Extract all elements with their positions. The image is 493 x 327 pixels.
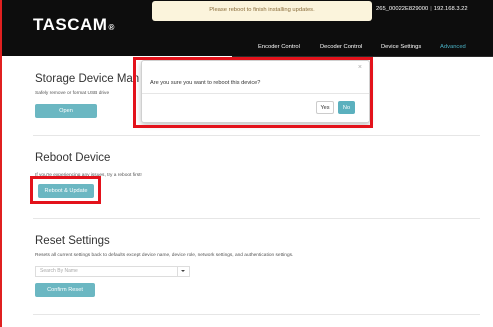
device-info: 265_00022E829000 | 192.168.3.22 [376,6,468,12]
nav-advanced[interactable]: Advanced [440,44,466,50]
storage-desc: Safely remove or format USB drive [35,91,110,96]
device-info-separator: | [430,6,432,12]
main-nav: Encoder Control Decoder Control Device S… [0,44,493,56]
section-divider [33,218,480,219]
nav-device-settings[interactable]: Device Settings [381,44,421,50]
tascam-logo: TASCAM® [33,15,115,35]
nav-decoder-control[interactable]: Decoder Control [320,44,362,50]
chevron-down-icon[interactable] [177,267,189,276]
section-divider [33,314,480,315]
select-placeholder: Search By Name [40,268,78,274]
left-edge-marker [0,0,2,327]
confirm-reset-button[interactable]: Confirm Reset [35,283,95,297]
device-id-text: 265_00022E829000 [376,6,429,12]
open-storage-button[interactable]: Open [35,104,97,118]
reset-title: Reset Settings [35,235,110,247]
storage-title: Storage Device Man [35,73,140,85]
device-ip-text: 192.168.3.22 [433,6,468,12]
top-bar: TASCAM® Please reboot to finish installi… [0,0,493,56]
nav-encoder-control[interactable]: Encoder Control [258,44,300,50]
logo-text: TASCAM [33,15,108,34]
modal-highlight-box [133,57,373,128]
logo-mark: ® [108,23,115,32]
reset-desc: Resets all current settings back to defa… [35,253,294,258]
device-name-select[interactable]: Search By Name [35,266,190,277]
update-notice: Please reboot to finish installing updat… [152,1,372,21]
reboot-title: Reboot Device [35,152,111,164]
reboot-button-highlight-box [30,176,101,204]
section-divider [33,135,480,136]
